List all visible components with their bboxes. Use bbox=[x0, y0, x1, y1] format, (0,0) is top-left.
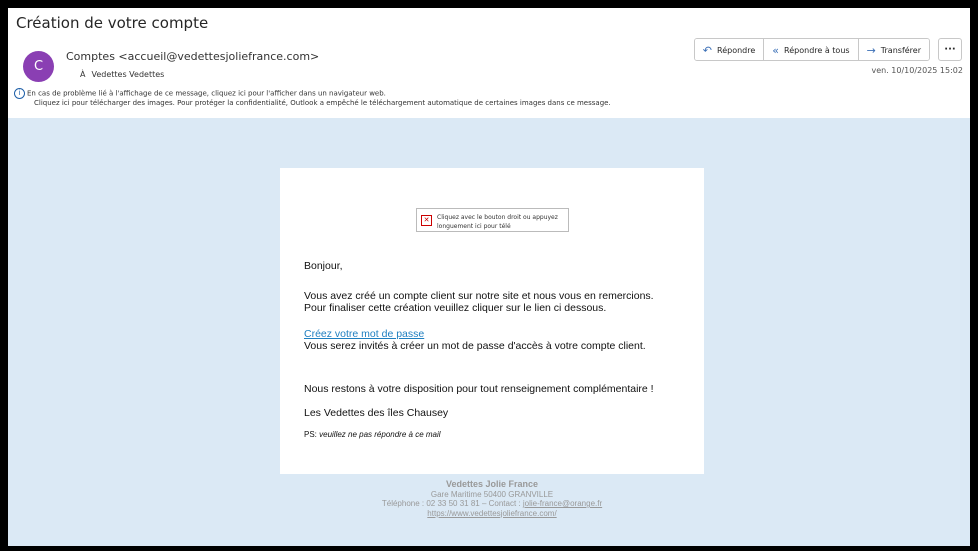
create-password-link[interactable]: Créez votre mot de passe bbox=[304, 328, 424, 340]
reply-all-label: Répondre à tous bbox=[784, 46, 850, 55]
forward-label: Transférer bbox=[880, 46, 921, 55]
email-window: Création de votre compte C Comptes <accu… bbox=[8, 8, 970, 546]
info-icon: i bbox=[14, 88, 25, 99]
reply-button-group: ↶ Répondre « Répondre à tous → Transfére… bbox=[693, 38, 930, 61]
message-body-area: ✕ Cliquez avec le bouton droit ou appuye… bbox=[8, 118, 970, 546]
paragraph-thanks: Vous avez créé un compte client sur notr… bbox=[304, 289, 654, 302]
recipient-name[interactable]: Vedettes Vedettes bbox=[91, 70, 164, 79]
sender-address[interactable]: Comptes <accueil@vedettesjoliefrance.com… bbox=[66, 50, 319, 63]
email-footer: Vedettes Jolie France Gare Maritime 5040… bbox=[280, 479, 704, 518]
reply-all-icon: « bbox=[772, 44, 780, 57]
ps-text: veuillez ne pas répondre à ce mail bbox=[319, 429, 441, 439]
greeting: Bonjour, bbox=[304, 260, 343, 272]
paragraph-disposition: Nous restons à votre disposition pour to… bbox=[304, 382, 654, 395]
forward-icon: → bbox=[866, 44, 876, 57]
footer-contact: Téléphone : 02 33 50 31 81 – Contact : j… bbox=[280, 499, 704, 509]
footer-email-link[interactable]: jolie-france@orange.fr bbox=[523, 499, 602, 508]
footer-phone: Téléphone : 02 33 50 31 81 – Contact : bbox=[381, 499, 523, 508]
paragraph-instructions: Pour finaliser cette création veuillez c… bbox=[304, 302, 607, 314]
signature: Les Vedettes des îles Chausey bbox=[304, 407, 449, 419]
message-date: ven. 10/10/2025 15:02 bbox=[871, 66, 963, 75]
paragraph-invite: Vous serez invités à créer un mot de pas… bbox=[304, 340, 646, 352]
email-text: Bonjour, Vous avez créé un compte client… bbox=[304, 260, 654, 441]
footer-website-link[interactable]: https://www.vedettesjoliefrance.com/ bbox=[427, 509, 556, 518]
message-toolbar: ↶ Répondre « Répondre à tous → Transfére… bbox=[693, 38, 962, 61]
reply-icon: ↶ bbox=[702, 44, 713, 57]
sender-avatar[interactable]: C bbox=[23, 51, 54, 82]
footer-address: Gare Maritime 50400 GRANVILLE bbox=[430, 489, 554, 499]
to-label: À bbox=[80, 70, 86, 79]
recipient-line: À Vedettes Vedettes bbox=[80, 70, 164, 79]
postscript: PS: veuillez ne pas répondre à ce mail bbox=[304, 429, 654, 442]
info-line-images[interactable]: Cliquez ici pour télécharger des images.… bbox=[14, 99, 611, 108]
info-bar[interactable]: i En cas de problème lié à l'affichage de… bbox=[14, 88, 611, 108]
broken-image-icon: ✕ bbox=[421, 215, 432, 226]
ps-label: PS: bbox=[304, 429, 320, 439]
reply-button[interactable]: ↶ Répondre bbox=[694, 39, 765, 60]
email-card: ✕ Cliquez avec le bouton droit ou appuye… bbox=[280, 168, 704, 474]
info-line-browser[interactable]: En cas de problème lié à l'affichage de … bbox=[27, 90, 386, 98]
email-subject: Création de votre compte bbox=[16, 14, 209, 32]
forward-button[interactable]: → Transférer bbox=[858, 39, 929, 60]
blocked-image-text: Cliquez avec le bouton droit ou appuyez … bbox=[437, 214, 558, 230]
footer-company: Vedettes Jolie France bbox=[445, 479, 539, 489]
reply-all-button[interactable]: « Répondre à tous bbox=[764, 39, 859, 60]
reply-label: Répondre bbox=[717, 46, 756, 55]
more-actions-button[interactable]: ··· bbox=[938, 38, 962, 61]
blocked-image-placeholder[interactable]: ✕ Cliquez avec le bouton droit ou appuye… bbox=[416, 208, 569, 232]
